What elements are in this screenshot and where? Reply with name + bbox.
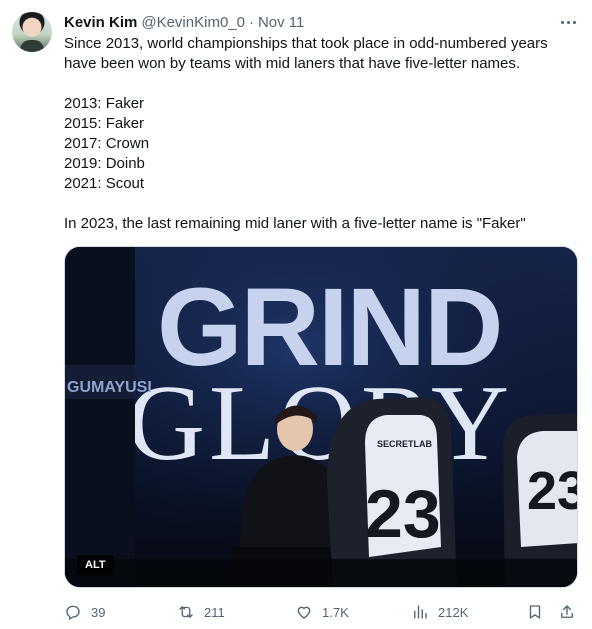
share-icon [561, 605, 573, 618]
bookmark-icon [529, 605, 541, 619]
retweet-count: 211 [204, 604, 225, 620]
champion-item: 2013: Faker [64, 95, 145, 112]
left-player-silhouette [65, 247, 135, 587]
like-button[interactable]: 1.7K [295, 598, 349, 626]
author-handle[interactable]: @KevinKim0_0 [141, 14, 245, 31]
alt-text-badge[interactable]: ALT [77, 555, 114, 575]
views-icon [414, 605, 427, 619]
retweet-button[interactable]: 211 [177, 598, 225, 626]
more-options-button[interactable] [558, 12, 578, 32]
reply-button[interactable]: 39 [64, 598, 105, 626]
like-count: 1.7K [322, 604, 349, 620]
champion-item: 2015: Faker [64, 115, 145, 132]
tweet-intro: Since 2013, world championships that too… [64, 35, 548, 72]
chair-number-center: 23 [365, 476, 441, 552]
views-button[interactable]: 212K [411, 598, 468, 626]
bookmark-button[interactable] [526, 598, 544, 626]
chair-number-right: 23 [527, 461, 578, 521]
avatar[interactable] [12, 12, 52, 52]
timestamp[interactable]: Nov 11 [258, 14, 304, 31]
jersey-name-text: GUMAYUSI [67, 379, 152, 396]
tweet: Kevin Kim @KevinKim0_0 · Nov 11 Since 20… [0, 0, 592, 629]
separator-dot: · [248, 13, 254, 31]
views-count: 212K [438, 604, 469, 620]
champion-item: 2017: Crown [64, 135, 150, 152]
photo-scene: GRIND GLORY GUMAYUSI SECRETLAB 23 23 [65, 247, 578, 587]
champion-item: 2019: Doinb [64, 155, 145, 172]
tweet-actions: 39 211 1.7K 212K [64, 598, 582, 626]
tweet-photo[interactable]: GRIND GLORY GUMAYUSI SECRETLAB 23 23 ALT [64, 246, 578, 588]
reply-icon [66, 605, 80, 620]
champion-item: 2021: Scout [64, 175, 145, 192]
author-name[interactable]: Kevin Kim [64, 14, 137, 31]
retweet-icon [179, 606, 193, 618]
tweet-text: Since 2013, world championships that too… [64, 34, 580, 234]
tweet-closing: In 2023, the last remaining mid laner wi… [64, 215, 526, 232]
more-horizontal-icon [560, 20, 564, 24]
tweet-header: Kevin Kim @KevinKim0_0 · Nov 11 [64, 12, 304, 32]
reply-count: 39 [91, 604, 106, 620]
chair-brand-text: SECRETLAB [377, 439, 433, 449]
heart-icon [297, 606, 311, 619]
share-button[interactable] [558, 598, 576, 626]
avatar-figure [20, 40, 44, 52]
